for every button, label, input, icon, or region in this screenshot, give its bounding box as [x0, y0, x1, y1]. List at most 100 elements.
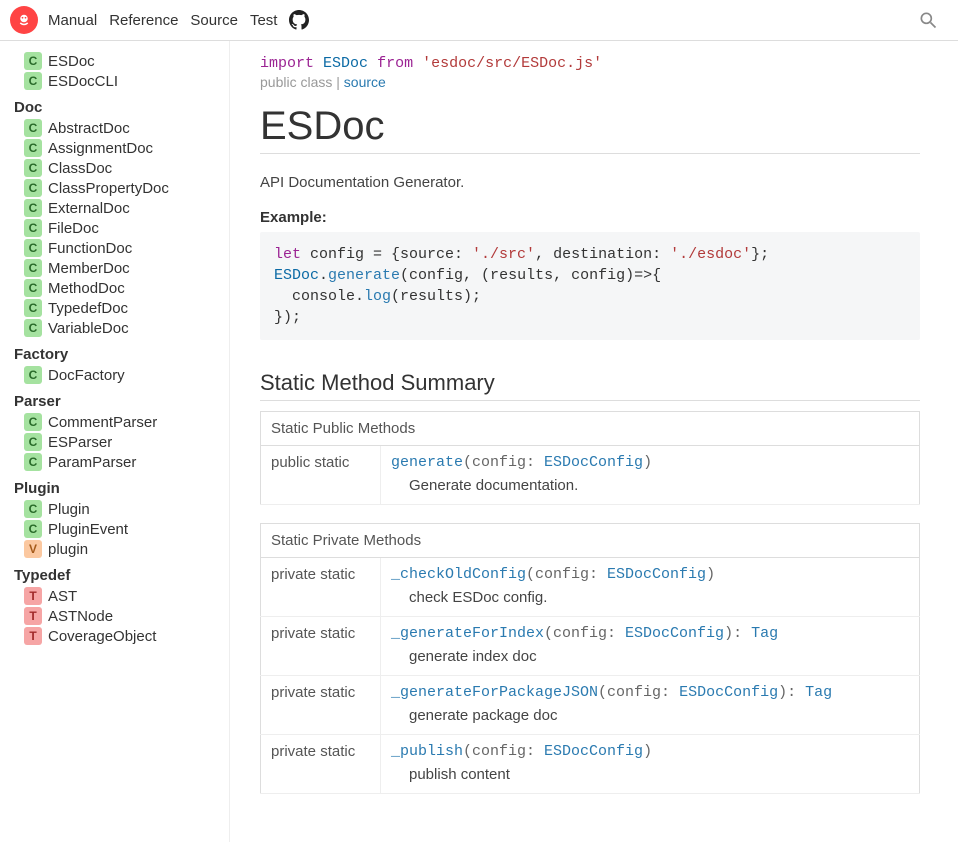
- kind-badge: C: [24, 453, 42, 471]
- example-label: Example:: [260, 209, 920, 226]
- sidebar-item[interactable]: C ClassDoc: [12, 158, 221, 178]
- method-row: private static_generateForPackageJSON(co…: [261, 676, 920, 735]
- sidebar-group-title: Plugin: [12, 478, 221, 499]
- kind-badge: V: [24, 540, 42, 558]
- sidebar-item[interactable]: C ClassPropertyDoc: [12, 178, 221, 198]
- method-row: private static _publish(config: ESDocConf…: [261, 735, 920, 794]
- sidebar-item[interactable]: C VariableDoc: [12, 318, 221, 338]
- sidebar-item-label: ParamParser: [48, 454, 136, 471]
- kind-badge: C: [24, 219, 42, 237]
- kind-badge: C: [24, 500, 42, 518]
- class-meta: public class | source: [260, 74, 920, 90]
- method-row: private static _generateForIndex(config: …: [261, 617, 920, 676]
- sidebar-item-label: ASTNode: [48, 608, 113, 625]
- sidebar-item[interactable]: C MethodDoc: [12, 278, 221, 298]
- sidebar-item-label: MemberDoc: [48, 260, 130, 277]
- sidebar-item[interactable]: CExternalDoc: [12, 198, 221, 218]
- top-header: Manual Reference Source Test: [0, 0, 958, 41]
- import-statement: import ESDoc from 'esdoc/src/ESDoc.js': [260, 55, 920, 72]
- sidebar-group-title: Parser: [12, 391, 221, 412]
- method-access: private static: [261, 735, 381, 794]
- sidebar-item-label: ClassPropertyDoc: [48, 180, 169, 197]
- sidebar-item[interactable]: C DocFactory: [12, 365, 221, 385]
- search-icon[interactable]: [918, 10, 938, 30]
- kind-badge: C: [24, 520, 42, 538]
- logo-icon[interactable]: [10, 6, 38, 34]
- kind-badge: C: [24, 139, 42, 157]
- sidebar-item[interactable]: T AST: [12, 586, 221, 606]
- sidebar: CESDocCESDocCLIDocCAbstractDocCAssignmen…: [0, 41, 230, 842]
- sidebar-item[interactable]: C MemberDoc: [12, 258, 221, 278]
- public-caption: Static Public Methods: [261, 412, 920, 446]
- kind-badge: C: [24, 413, 42, 431]
- sidebar-item[interactable]: CAbstractDoc: [12, 118, 221, 138]
- sidebar-item[interactable]: C Plugin: [12, 499, 221, 519]
- kind-badge: C: [24, 72, 42, 90]
- sidebar-group-title: Typedef: [12, 565, 221, 586]
- sidebar-item[interactable]: CPluginEvent: [12, 519, 221, 539]
- kind-badge: T: [24, 627, 42, 645]
- sidebar-item[interactable]: CTypedefDoc: [12, 298, 221, 318]
- sidebar-item[interactable]: C ParamParser: [12, 452, 221, 472]
- method-description: check ESDoc config.: [409, 589, 909, 606]
- nav-test[interactable]: Test: [250, 12, 278, 29]
- method-signature[interactable]: _generateForPackageJSON(config: ESDocCon…: [391, 684, 909, 701]
- kind-badge: T: [24, 587, 42, 605]
- method-description: generate package doc: [409, 707, 909, 724]
- kind-badge: C: [24, 433, 42, 451]
- sidebar-item[interactable]: C CommentParser: [12, 412, 221, 432]
- sidebar-item-label: ClassDoc: [48, 160, 112, 177]
- nav-manual[interactable]: Manual: [48, 12, 97, 29]
- github-link[interactable]: [289, 10, 309, 30]
- example-code: let config = {source: './src', destinati…: [260, 232, 920, 340]
- sidebar-item-label: AssignmentDoc: [48, 140, 153, 157]
- sidebar-item-label: MethodDoc: [48, 280, 125, 297]
- sidebar-item[interactable]: T ASTNode: [12, 606, 221, 626]
- method-signature[interactable]: _generateForIndex(config: ESDocConfig): …: [391, 625, 909, 642]
- page-title: ESDoc: [260, 104, 920, 154]
- source-link[interactable]: source: [344, 74, 386, 90]
- method-description: publish content: [409, 766, 909, 783]
- sidebar-group-title: Factory: [12, 344, 221, 365]
- kind-badge: C: [24, 299, 42, 317]
- kind-badge: C: [24, 259, 42, 277]
- main-content: import ESDoc from 'esdoc/src/ESDoc.js' p…: [230, 41, 950, 842]
- sidebar-item[interactable]: CFileDoc: [12, 218, 221, 238]
- sidebar-item-label: ESDoc: [48, 53, 95, 70]
- sidebar-group-title: Doc: [12, 97, 221, 118]
- sidebar-item[interactable]: C ESDoc: [12, 51, 221, 71]
- kind-badge: C: [24, 366, 42, 384]
- kind-badge: C: [24, 119, 42, 137]
- kind-badge: T: [24, 607, 42, 625]
- sidebar-item-label: CoverageObject: [48, 628, 156, 645]
- sidebar-item-label: Plugin: [48, 501, 90, 518]
- method-access: private static: [261, 617, 381, 676]
- sidebar-item[interactable]: CESParser: [12, 432, 221, 452]
- kind-badge: C: [24, 319, 42, 337]
- sidebar-item-label: FunctionDoc: [48, 240, 132, 257]
- kind-badge: C: [24, 279, 42, 297]
- sidebar-item-label: AST: [48, 588, 77, 605]
- sidebar-item[interactable]: T CoverageObject: [12, 626, 221, 646]
- sidebar-item[interactable]: C AssignmentDoc: [12, 138, 221, 158]
- kind-badge: C: [24, 179, 42, 197]
- github-icon: [289, 10, 309, 30]
- sidebar-item-label: VariableDoc: [48, 320, 129, 337]
- sidebar-item-label: ESDocCLI: [48, 73, 118, 90]
- section-static-methods: Static Method Summary: [260, 370, 920, 401]
- sidebar-item[interactable]: CFunctionDoc: [12, 238, 221, 258]
- sidebar-item-label: CommentParser: [48, 414, 157, 431]
- nav-source[interactable]: Source: [190, 12, 238, 29]
- method-signature[interactable]: generate(config: ESDocConfig): [391, 454, 909, 471]
- sidebar-item[interactable]: Vplugin: [12, 539, 221, 559]
- method-row: public staticgenerate(config: ESDocConfi…: [261, 446, 920, 505]
- class-description: API Documentation Generator.: [260, 174, 920, 191]
- method-signature[interactable]: _checkOldConfig(config: ESDocConfig): [391, 566, 909, 583]
- nav-reference[interactable]: Reference: [109, 12, 178, 29]
- public-methods-table: Static Public Methods public staticgener…: [260, 411, 920, 505]
- sidebar-item[interactable]: C ESDocCLI: [12, 71, 221, 91]
- kind-badge: C: [24, 159, 42, 177]
- method-signature[interactable]: _publish(config: ESDocConfig): [391, 743, 909, 760]
- kind-badge: C: [24, 52, 42, 70]
- sidebar-item-label: DocFactory: [48, 367, 125, 384]
